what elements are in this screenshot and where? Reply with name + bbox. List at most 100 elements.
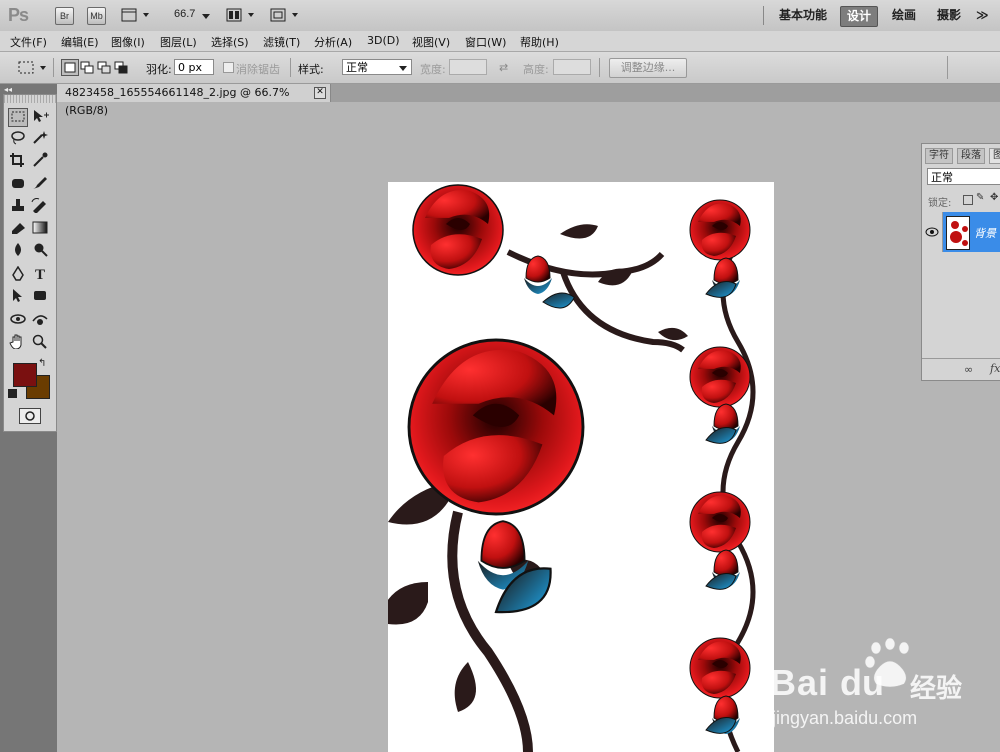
height-label: 高度: [523, 63, 549, 76]
workspace-painting[interactable]: 绘画 [886, 6, 922, 25]
workspace-photography[interactable]: 摄影 [931, 6, 967, 25]
tab-character[interactable]: 字符 [925, 148, 953, 164]
layer-name: 背景 [974, 227, 996, 240]
menu-edit[interactable]: 编辑(E) [61, 34, 99, 50]
chevron-down-icon [399, 66, 407, 71]
bridge-button[interactable]: Br [55, 7, 74, 25]
3d-rotate-tool[interactable] [8, 312, 28, 331]
screen-mode-button[interactable] [270, 8, 302, 25]
crop-tool[interactable] [8, 152, 28, 171]
selection-mode-icons [61, 59, 128, 76]
workspace-design[interactable]: 设计 [840, 6, 879, 27]
menu-filter[interactable]: 滤镜(T) [263, 34, 300, 50]
view-extras-icon [121, 8, 149, 22]
tab-layers[interactable]: 图 [989, 148, 1000, 164]
height-input[interactable] [553, 59, 591, 75]
menu-3d[interactable]: 3D(D) [367, 34, 400, 47]
arrange-icon [226, 8, 254, 22]
menu-image[interactable]: 图像(I) [111, 34, 145, 50]
hand-tool[interactable] [8, 334, 28, 353]
path-selection-tool[interactable] [8, 288, 28, 307]
zoom-tool[interactable] [30, 334, 50, 353]
toolbox: T ↰ [3, 94, 57, 432]
eraser-tool[interactable] [8, 220, 28, 239]
photoshop-logo: Ps [8, 5, 29, 25]
tool-preset-picker[interactable] [18, 60, 48, 79]
zoom-dropdown-icon[interactable] [202, 9, 210, 23]
layer-style-icon[interactable]: fx [990, 362, 1000, 375]
eyedropper-tool[interactable] [30, 152, 50, 171]
menu-view[interactable]: 视图(V) [412, 34, 450, 50]
rose-artwork-image [388, 184, 756, 752]
blend-mode-select[interactable]: 正常 [927, 168, 1000, 185]
menu-analysis[interactable]: 分析(A) [314, 34, 352, 50]
menu-help[interactable]: 帮助(H) [520, 34, 559, 50]
watermark-brand: Bai [770, 662, 830, 703]
document-tab-bar: 4823458_165554661148_2.jpg @ 66.7%(RGB/8… [57, 84, 1000, 117]
document-tab[interactable]: 4823458_165554661148_2.jpg @ 66.7%(RGB/8… [57, 84, 331, 117]
quick-mask-icon [25, 411, 35, 421]
magic-wand-tool[interactable] [30, 130, 50, 149]
lock-position-icon[interactable]: ✥ [990, 192, 998, 203]
layer-row-background[interactable]: 背景 [922, 212, 1000, 252]
feather-input[interactable]: 0 px [174, 59, 214, 75]
lock-pixels-icon[interactable]: ✎ [976, 192, 984, 203]
antialias-label: 消除锯齿 [236, 63, 280, 76]
clone-stamp-tool[interactable] [8, 198, 28, 217]
zoom-level[interactable]: 66.7 [174, 8, 195, 20]
brush-tool[interactable] [30, 176, 50, 195]
refine-edge-button[interactable]: 调整边缘... [609, 58, 687, 78]
type-tool[interactable]: T [30, 266, 50, 285]
style-select[interactable]: 正常 [342, 59, 412, 75]
lasso-tool[interactable] [8, 130, 28, 149]
toolbox-grip[interactable] [4, 95, 56, 103]
layers-panel-footer: ∞ fx [922, 358, 1000, 381]
arrange-documents-button[interactable] [226, 8, 258, 25]
default-colors-icon[interactable] [8, 389, 17, 398]
width-input[interactable] [449, 59, 487, 75]
baidu-jingyan-watermark: Bai du 经验 jingyan.baidu.com [770, 636, 1000, 736]
menu-file[interactable]: 文件(F) [10, 34, 47, 50]
view-extras-button[interactable] [121, 8, 151, 25]
pen-tool[interactable] [8, 265, 28, 285]
dodge-tool[interactable] [30, 242, 50, 261]
link-layers-icon[interactable]: ∞ [964, 363, 973, 376]
layer-thumbnail [946, 216, 970, 250]
close-document-button[interactable]: ✕ [314, 87, 326, 99]
collapse-icon[interactable]: ◂◂ [4, 85, 12, 94]
antialias-checkbox[interactable] [223, 62, 234, 73]
swap-colors-icon[interactable]: ↰ [38, 358, 46, 369]
layer-visibility-toggle[interactable] [922, 212, 943, 252]
menu-select[interactable]: 选择(S) [211, 34, 249, 50]
document-canvas[interactable] [388, 182, 774, 752]
marquee-preset-icon [18, 61, 46, 74]
blur-tool[interactable] [8, 242, 28, 261]
foreground-color-swatch[interactable] [13, 363, 37, 387]
rectangle-shape-tool[interactable] [30, 288, 50, 307]
spot-healing-tool[interactable] [8, 176, 28, 195]
menu-bar: 文件(F) 编辑(E) 图像(I) 图层(L) 选择(S) 滤镜(T) 分析(A… [0, 31, 1000, 52]
lock-transparency-icon[interactable] [963, 195, 973, 205]
selection-mode-buttons[interactable] [61, 59, 131, 80]
width-label: 宽度: [420, 63, 446, 76]
rect-marquee-tool[interactable] [8, 108, 28, 127]
style-value: 正常 [346, 61, 368, 74]
menu-window[interactable]: 窗口(W) [465, 34, 506, 50]
menu-layer[interactable]: 图层(L) [160, 34, 197, 50]
layers-panel: 字符 段落 图 正常 锁定: ✎ ✥ 背景 ∞ fx [921, 143, 1000, 381]
more-workspaces-button[interactable]: ≫ [970, 6, 995, 25]
gradient-tool[interactable] [30, 220, 50, 239]
3d-orbit-tool[interactable] [30, 312, 50, 331]
document-title: 4823458_165554661148_2.jpg @ 66.7%(RGB/8… [65, 86, 290, 117]
screen-mode-icon [270, 8, 298, 22]
swap-icon[interactable]: ⇄ [499, 61, 508, 74]
quick-mask-button[interactable] [19, 408, 41, 424]
mini-bridge-button[interactable]: Mb [87, 7, 106, 25]
history-brush-tool[interactable] [30, 198, 50, 217]
divider [763, 6, 764, 25]
move-tool[interactable] [30, 108, 50, 127]
tab-paragraph[interactable]: 段落 [957, 148, 985, 164]
watermark-url: jingyan.baidu.com [772, 708, 918, 728]
divider [290, 58, 291, 77]
workspace-essentials[interactable]: 基本功能 [773, 6, 833, 25]
